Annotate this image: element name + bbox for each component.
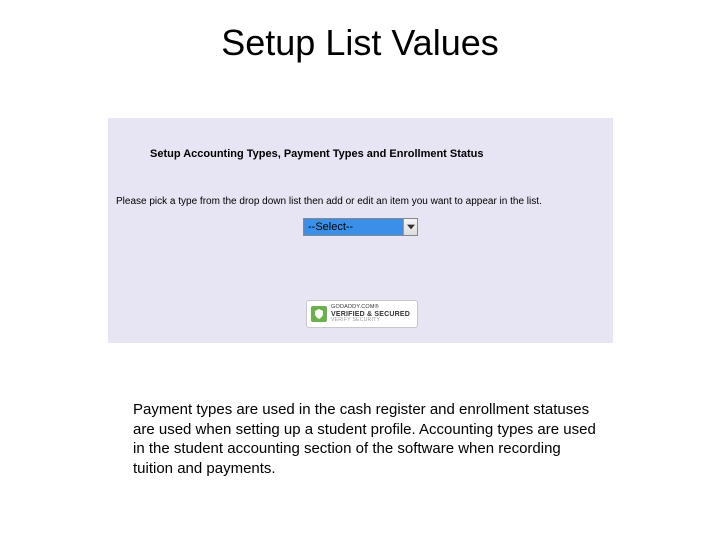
badge-text: GODADDY.COM® VERIFIED & SECURED VERIFY S… bbox=[331, 305, 410, 323]
panel-heading: Setup Accounting Types, Payment Types an… bbox=[150, 148, 484, 160]
slide: Setup List Values Setup Accounting Types… bbox=[0, 0, 720, 540]
chevron-down-icon bbox=[403, 219, 417, 235]
slide-caption: Payment types are used in the cash regis… bbox=[133, 400, 603, 478]
security-badge: GODADDY.COM® VERIFIED & SECURED VERIFY S… bbox=[306, 300, 418, 328]
type-select[interactable]: --Select-- bbox=[303, 218, 418, 236]
shield-icon bbox=[311, 306, 327, 322]
type-select-value: --Select-- bbox=[304, 221, 403, 233]
badge-line3: VERIFY SECURITY bbox=[331, 318, 410, 323]
setup-panel: Setup Accounting Types, Payment Types an… bbox=[108, 118, 613, 343]
page-title: Setup List Values bbox=[0, 22, 720, 64]
panel-instruction: Please pick a type from the drop down li… bbox=[116, 196, 542, 207]
